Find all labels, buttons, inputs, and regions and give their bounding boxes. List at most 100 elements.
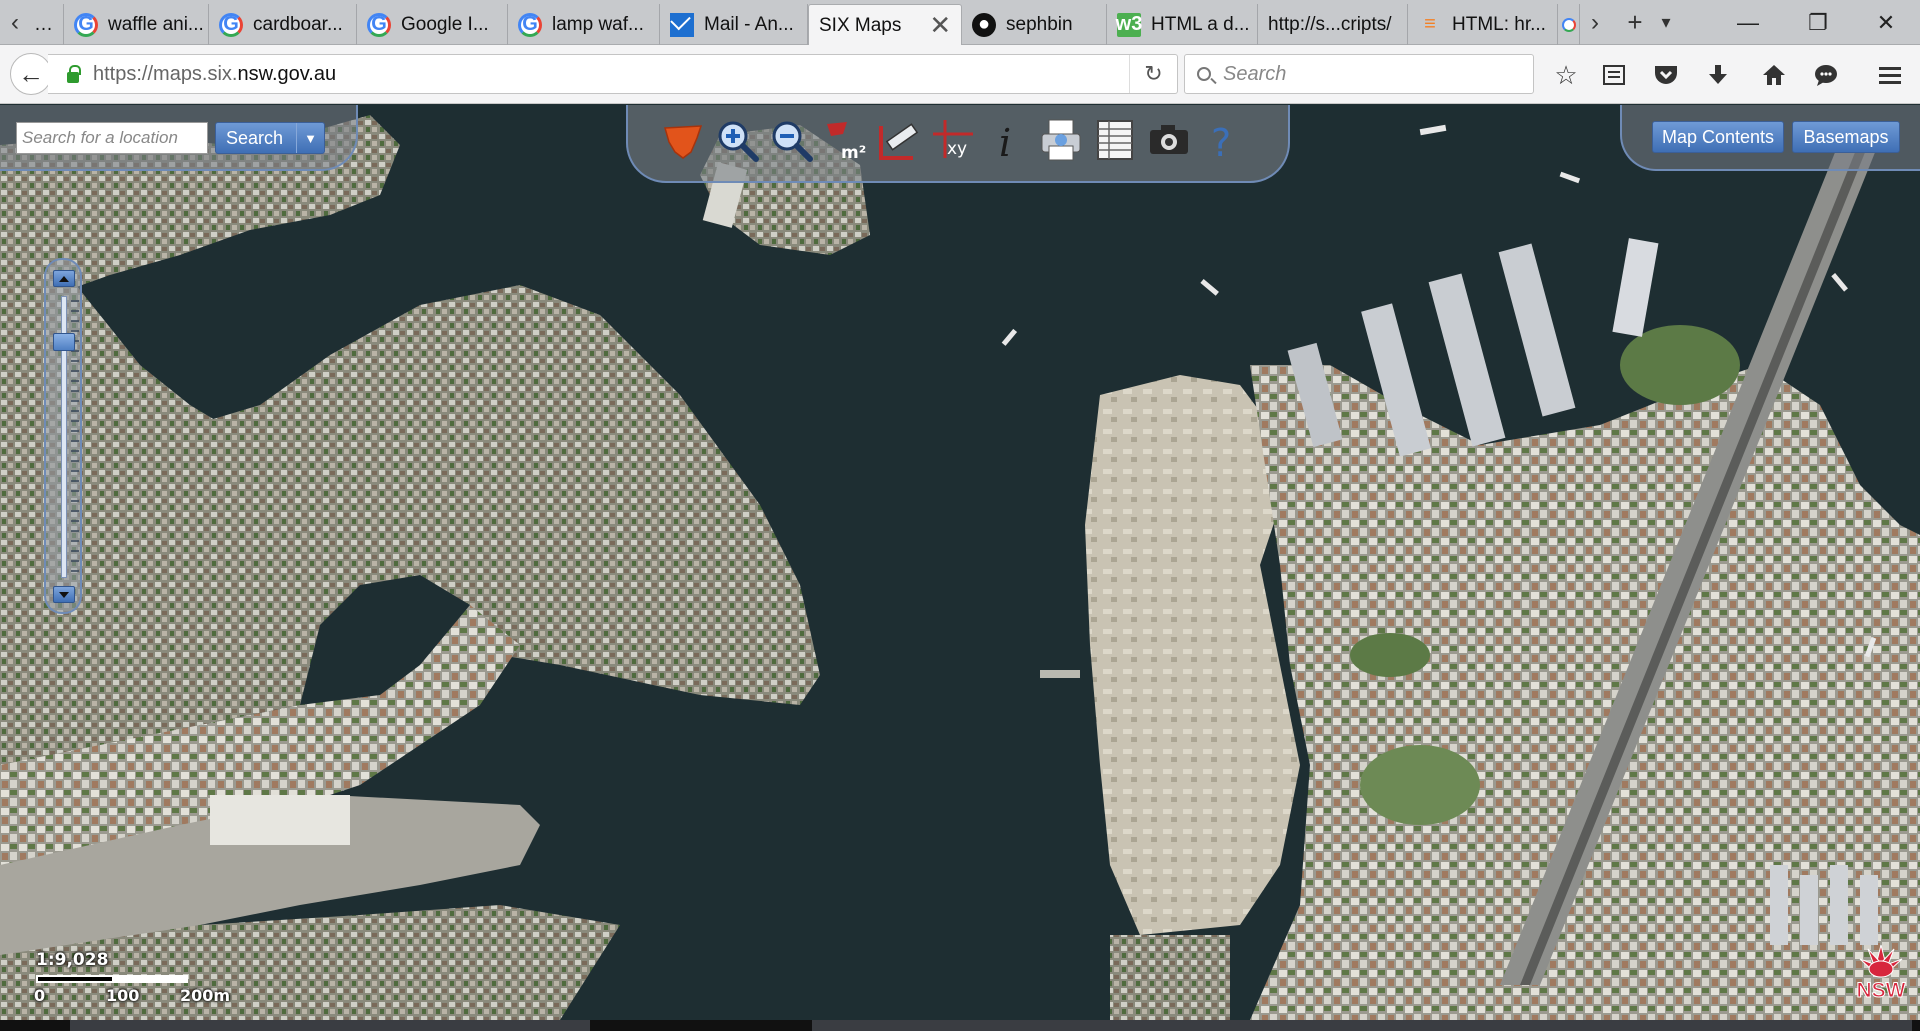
tab-mail[interactable]: Mail - An...: [660, 4, 808, 45]
info-label: i: [999, 121, 1011, 162]
zoom-in-button[interactable]: [53, 270, 75, 287]
google-icon: [1562, 17, 1576, 32]
tab-waffle[interactable]: G waffle ani...: [64, 4, 209, 45]
map-contents-button[interactable]: Map Contents: [1652, 121, 1784, 153]
map-scale: 1:9,028 0 100 200m: [34, 950, 256, 1020]
url-host: nsw.gov.au: [237, 62, 337, 85]
browser-tab-strip: ‹ … G waffle ani... G cardboar... G Goog…: [0, 0, 1920, 46]
tab-label: HTML a d...: [1151, 13, 1250, 35]
tab-partial[interactable]: …: [28, 4, 64, 45]
new-tab-button[interactable]: +: [1620, 0, 1650, 45]
address-url[interactable]: https://maps.six.nsw.gov.au: [93, 63, 336, 86]
restore-window-button[interactable]: ❐: [1784, 0, 1852, 45]
nsw-logo: NSW: [1852, 943, 1910, 1007]
zoom-slider-thumb[interactable]: [53, 332, 75, 351]
area-measure-tool-icon[interactable]: m²: [822, 117, 868, 163]
search-placeholder: Search: [1223, 62, 1287, 85]
scale-ratio: 1:9,028: [36, 950, 109, 970]
tab-scroll-left-button[interactable]: ‹: [2, 0, 28, 45]
os-taskbar: [0, 1020, 1920, 1031]
tab-six-maps[interactable]: SIX Maps ✕: [808, 4, 962, 46]
tab-label: SIX Maps: [819, 14, 902, 36]
help-tool-icon[interactable]: ?: [1200, 117, 1246, 163]
google-icon: G: [367, 12, 391, 37]
reload-icon: ↻: [1144, 61, 1163, 86]
location-search-panel: Search for a location Search ▼: [0, 105, 358, 171]
layers-panel: Map Contents Basemaps: [1620, 105, 1920, 171]
tab-label: http://s...cripts/: [1268, 13, 1392, 35]
map-viewport[interactable]: Search for a location Search ▼ m² xy i ?…: [0, 105, 1920, 1020]
tab-label: lamp waf...: [552, 13, 644, 35]
bookmark-star-icon[interactable]: ☆: [1548, 57, 1584, 93]
tab-sephbin[interactable]: ● sephbin: [962, 4, 1107, 45]
tab-google-images[interactable]: G Google I...: [357, 4, 508, 45]
google-icon: G: [219, 12, 243, 37]
xy-label: xy: [947, 139, 967, 159]
browser-search-box[interactable]: Search: [1184, 54, 1534, 94]
tab-label: cardboar...: [253, 13, 343, 35]
scale-label-0: 0: [34, 986, 46, 1005]
camera-tool-icon[interactable]: [1146, 117, 1192, 163]
reading-list-icon[interactable]: [1596, 57, 1632, 93]
aerial-imagery: [0, 105, 1920, 1020]
location-search-button[interactable]: Search ▼: [215, 122, 325, 154]
basemaps-button[interactable]: Basemaps: [1792, 121, 1900, 153]
tab-partial-right[interactable]: [1558, 4, 1580, 45]
print-tool-icon[interactable]: [1038, 117, 1084, 163]
menu-icon[interactable]: [1872, 57, 1908, 93]
w3schools-icon: w3: [1115, 12, 1143, 37]
nsw-state-tool-icon[interactable]: [660, 117, 706, 163]
tab-list-button[interactable]: ▾: [1654, 0, 1678, 45]
search-icon: [1197, 67, 1211, 81]
mail-icon: [670, 12, 694, 37]
scale-label-100: 100: [106, 986, 140, 1005]
download-icon[interactable]: [1700, 57, 1736, 93]
tab-html-a[interactable]: w3 HTML a d...: [1107, 4, 1258, 45]
zoom-slider: [44, 258, 82, 614]
table-tool-icon[interactable]: [1092, 117, 1138, 163]
close-window-button[interactable]: ✕: [1852, 0, 1920, 45]
scale-label-200m: 200m: [180, 986, 231, 1005]
tab-partial-label: …: [34, 13, 53, 35]
location-search-input[interactable]: Search for a location: [16, 122, 208, 154]
location-search-button-label: Search: [226, 127, 284, 148]
help-label: ?: [1211, 121, 1231, 162]
secure-lock-icon: [67, 64, 81, 83]
github-icon: ●: [972, 12, 996, 37]
chat-icon[interactable]: [1808, 57, 1844, 93]
back-button[interactable]: ←: [10, 53, 52, 95]
zoom-in-tool-icon[interactable]: [714, 117, 760, 163]
chevron-up-icon: [59, 275, 69, 282]
google-icon: G: [518, 12, 542, 37]
address-bar[interactable]: https://maps.six.nsw.gov.au ↻: [48, 54, 1178, 94]
google-icon: G: [74, 12, 98, 37]
distance-measure-tool-icon[interactable]: [876, 117, 922, 163]
tab-scroll-right-button[interactable]: ›: [1582, 0, 1608, 45]
tab-lamp-waffle[interactable]: G lamp waf...: [508, 4, 660, 45]
tab-scripts[interactable]: http://s...cripts/: [1258, 4, 1408, 45]
tab-label: Mail - An...: [704, 13, 794, 35]
zoom-out-button[interactable]: [53, 586, 75, 603]
pocket-icon[interactable]: [1648, 57, 1684, 93]
tab-label: sephbin: [1006, 13, 1073, 35]
tab-html-href[interactable]: ≡ HTML: hr...: [1408, 4, 1558, 45]
tab-label: waffle ani...: [108, 13, 204, 35]
close-tab-icon[interactable]: ✕: [929, 10, 951, 41]
url-prefix: https://maps.six.: [93, 62, 238, 85]
xy-coordinate-tool-icon[interactable]: xy: [930, 117, 976, 163]
minimize-window-button[interactable]: —: [1714, 0, 1782, 45]
tab-label: HTML: hr...: [1452, 13, 1546, 35]
chevron-down-icon[interactable]: ▼: [296, 123, 324, 153]
reload-button[interactable]: ↻: [1129, 55, 1177, 93]
tab-label: Google I...: [401, 13, 489, 35]
scale-bar: [36, 975, 188, 983]
tab-cardboard[interactable]: G cardboar...: [209, 4, 357, 45]
nsw-logo-text: NSW: [1856, 979, 1906, 1003]
stackoverflow-icon: ≡: [1424, 13, 1436, 35]
info-tool-icon[interactable]: i: [984, 117, 1030, 163]
zoom-out-tool-icon[interactable]: [768, 117, 814, 163]
waratah-icon: [1859, 944, 1903, 978]
home-icon[interactable]: [1756, 57, 1792, 93]
back-arrow-icon: ←: [18, 58, 44, 89]
browser-navigation-bar: ← https://maps.six.nsw.gov.au ↻ Search ☆: [0, 45, 1920, 104]
